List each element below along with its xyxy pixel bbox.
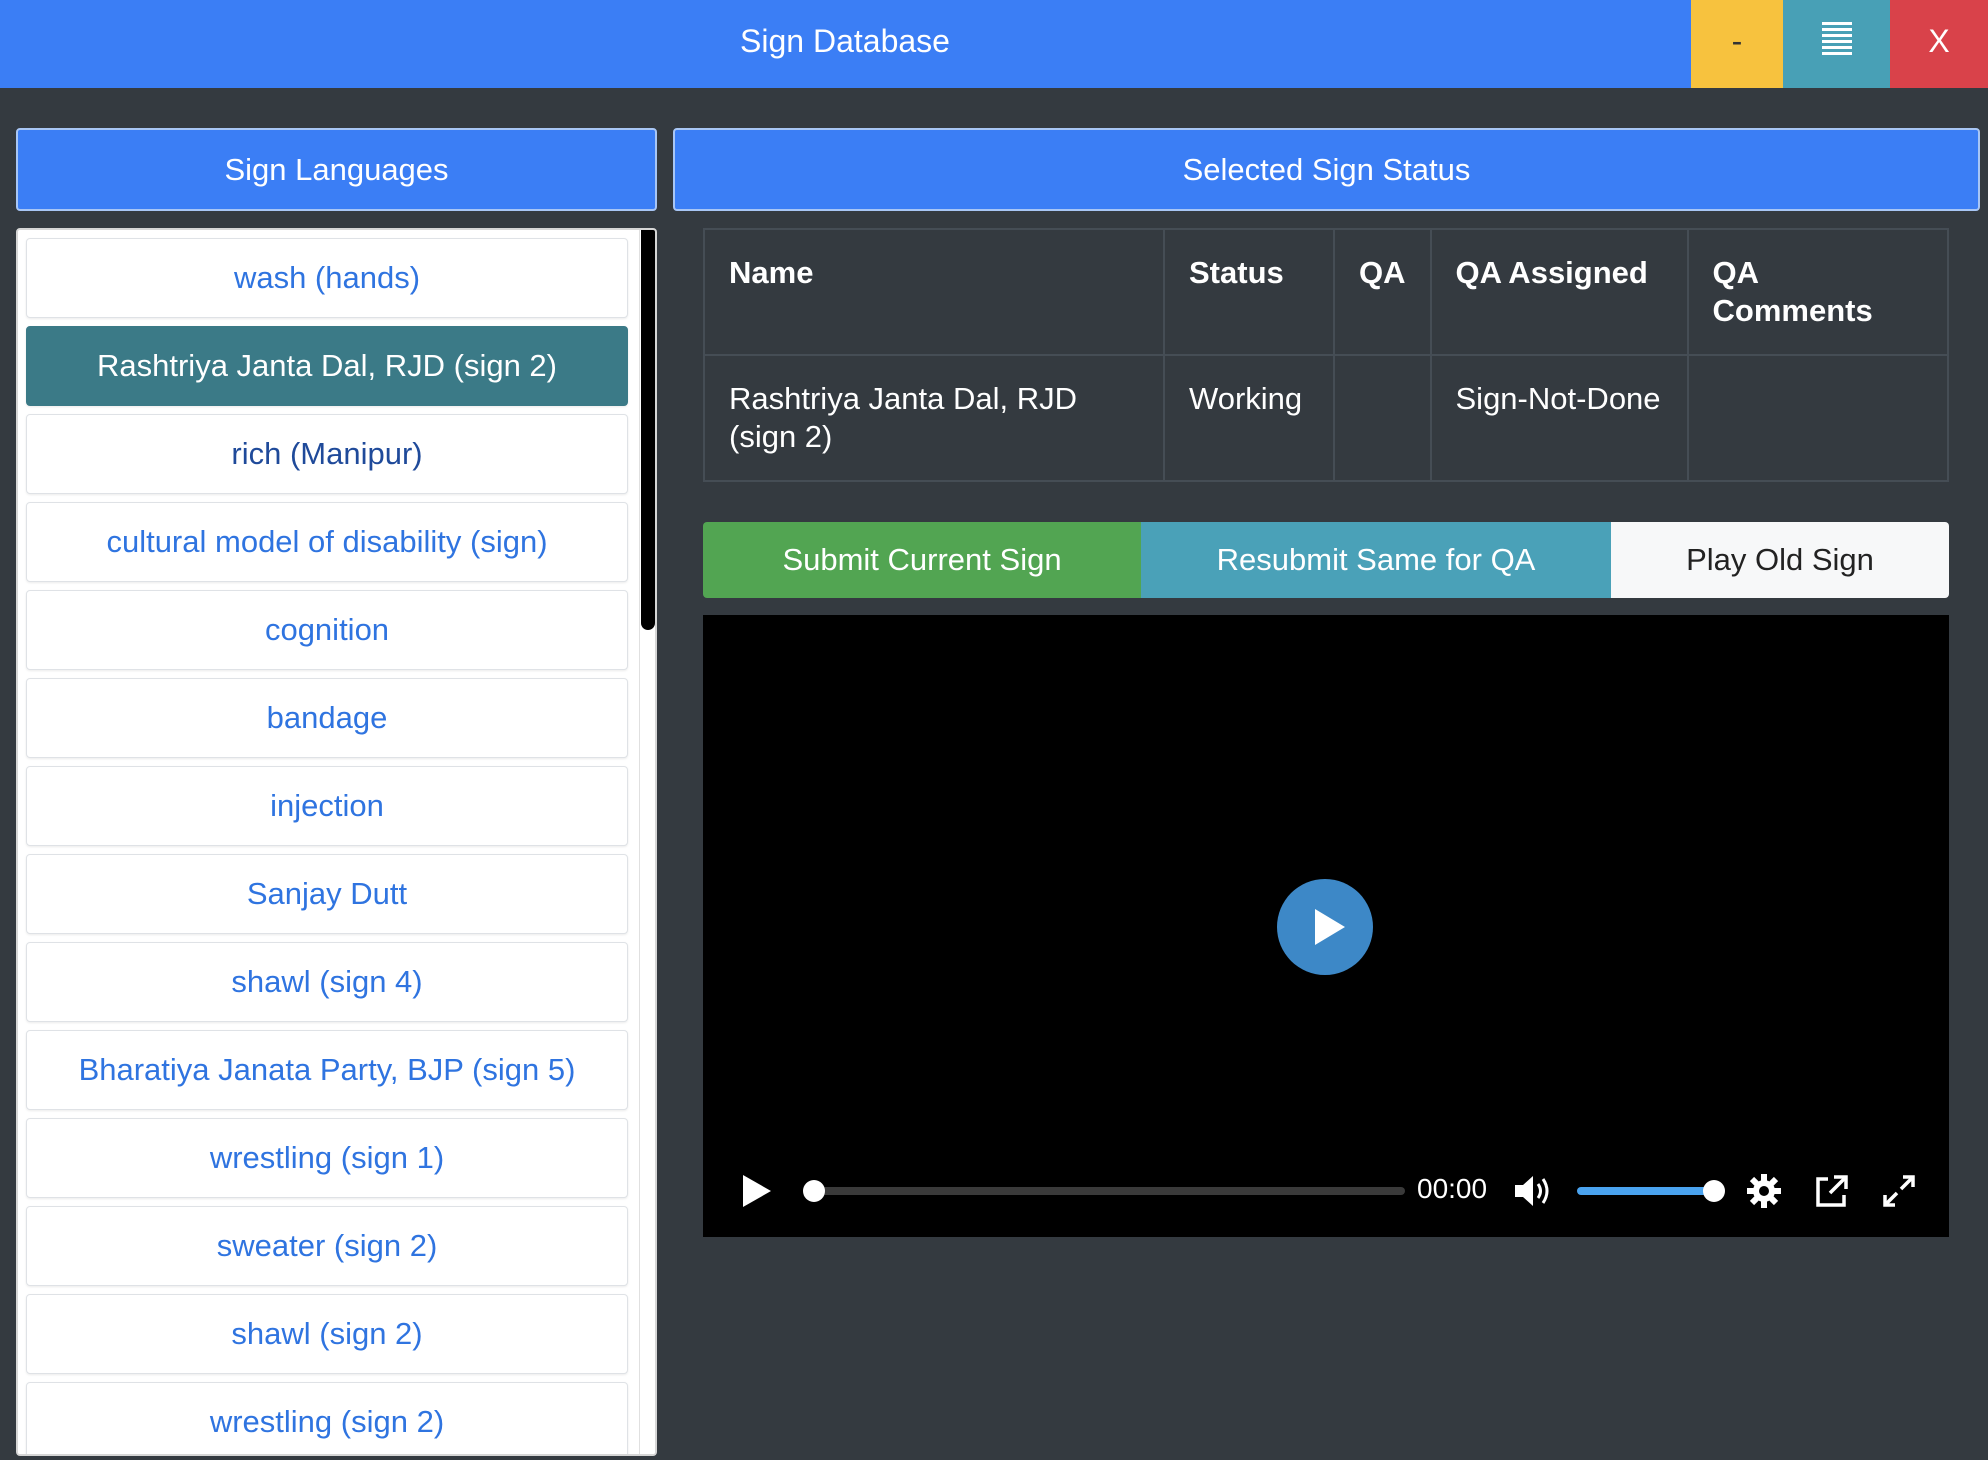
play-icon xyxy=(1315,909,1345,945)
menu-icon xyxy=(1822,22,1852,62)
column-header-status: Status xyxy=(1163,228,1335,356)
cell-status: Working xyxy=(1163,354,1335,482)
list-item[interactable]: shawl (sign 4) xyxy=(26,942,628,1022)
column-header-name: Name xyxy=(703,228,1165,356)
cell-qa-assigned: Sign-Not-Done xyxy=(1429,354,1689,482)
fullscreen-icon[interactable] xyxy=(1879,1171,1919,1211)
window-title: Sign Database xyxy=(740,23,950,59)
sign-status-table: Name Status QA QA Assigned QA Comments R… xyxy=(703,228,1949,482)
selected-sign-status-header[interactable]: Selected Sign Status xyxy=(673,128,1980,211)
column-header-qa: QA xyxy=(1333,228,1432,356)
list-item[interactable]: sweater (sign 2) xyxy=(26,1206,628,1286)
progress-handle[interactable] xyxy=(803,1180,825,1202)
column-header-qa-comments: QA Comments xyxy=(1686,228,1949,356)
submit-current-sign-button[interactable]: Submit Current Sign xyxy=(703,522,1141,598)
volume-icon[interactable] xyxy=(1513,1172,1553,1210)
list-scrollbar[interactable] xyxy=(639,230,655,1454)
sign-list-panel: wash (hands) Rashtriya Janta Dal, RJD (s… xyxy=(16,228,657,1456)
progress-bar[interactable] xyxy=(803,1180,1405,1202)
sign-list: wash (hands) Rashtriya Janta Dal, RJD (s… xyxy=(18,230,639,1454)
big-play-button[interactable] xyxy=(1277,879,1373,975)
time-display: 00:00 xyxy=(1417,1173,1488,1204)
cell-qa xyxy=(1333,354,1432,482)
cell-name: Rashtriya Janta Dal, RJD (sign 2) xyxy=(703,354,1165,482)
list-item[interactable]: rich (Manipur) xyxy=(26,414,628,494)
list-item[interactable]: Bharatiya Janata Party, BJP (sign 5) xyxy=(26,1030,628,1110)
list-item-selected[interactable]: Rashtriya Janta Dal, RJD (sign 2) xyxy=(26,326,628,406)
minimize-button[interactable]: - xyxy=(1691,0,1783,88)
list-item[interactable]: wrestling (sign 1) xyxy=(26,1118,628,1198)
table-header-row: Name Status QA QA Assigned QA Comments xyxy=(703,228,1949,356)
settings-gear-icon[interactable] xyxy=(1744,1171,1784,1211)
resubmit-for-qa-button[interactable]: Resubmit Same for QA xyxy=(1141,522,1611,598)
play-icon[interactable] xyxy=(739,1173,773,1209)
list-item[interactable]: bandage xyxy=(26,678,628,758)
cell-qa-comments xyxy=(1686,354,1949,482)
list-item[interactable]: cultural model of disability (sign) xyxy=(26,502,628,582)
volume-handle[interactable] xyxy=(1703,1180,1725,1202)
external-link-icon[interactable] xyxy=(1812,1171,1852,1211)
sign-languages-header[interactable]: Sign Languages xyxy=(16,128,657,211)
table-row: Rashtriya Janta Dal, RJD (sign 2) Workin… xyxy=(703,354,1949,482)
play-old-sign-button[interactable]: Play Old Sign xyxy=(1611,522,1949,598)
list-item[interactable]: wrestling (sign 2) xyxy=(26,1382,628,1454)
list-item[interactable]: wash (hands) xyxy=(26,238,628,318)
list-item[interactable]: shawl (sign 2) xyxy=(26,1294,628,1374)
menu-button[interactable] xyxy=(1783,0,1890,88)
volume-slider[interactable] xyxy=(1577,1187,1715,1195)
column-header-qa-assigned: QA Assigned xyxy=(1429,228,1689,356)
video-player[interactable]: 00:00 xyxy=(703,615,1949,1237)
scrollbar-thumb[interactable] xyxy=(641,230,655,630)
close-button[interactable]: X xyxy=(1890,0,1988,88)
list-item[interactable]: injection xyxy=(26,766,628,846)
list-item[interactable]: Sanjay Dutt xyxy=(26,854,628,934)
list-item[interactable]: cognition xyxy=(26,590,628,670)
video-controls: 00:00 xyxy=(703,1155,1949,1225)
title-bar: Sign Database - X xyxy=(0,0,1988,88)
